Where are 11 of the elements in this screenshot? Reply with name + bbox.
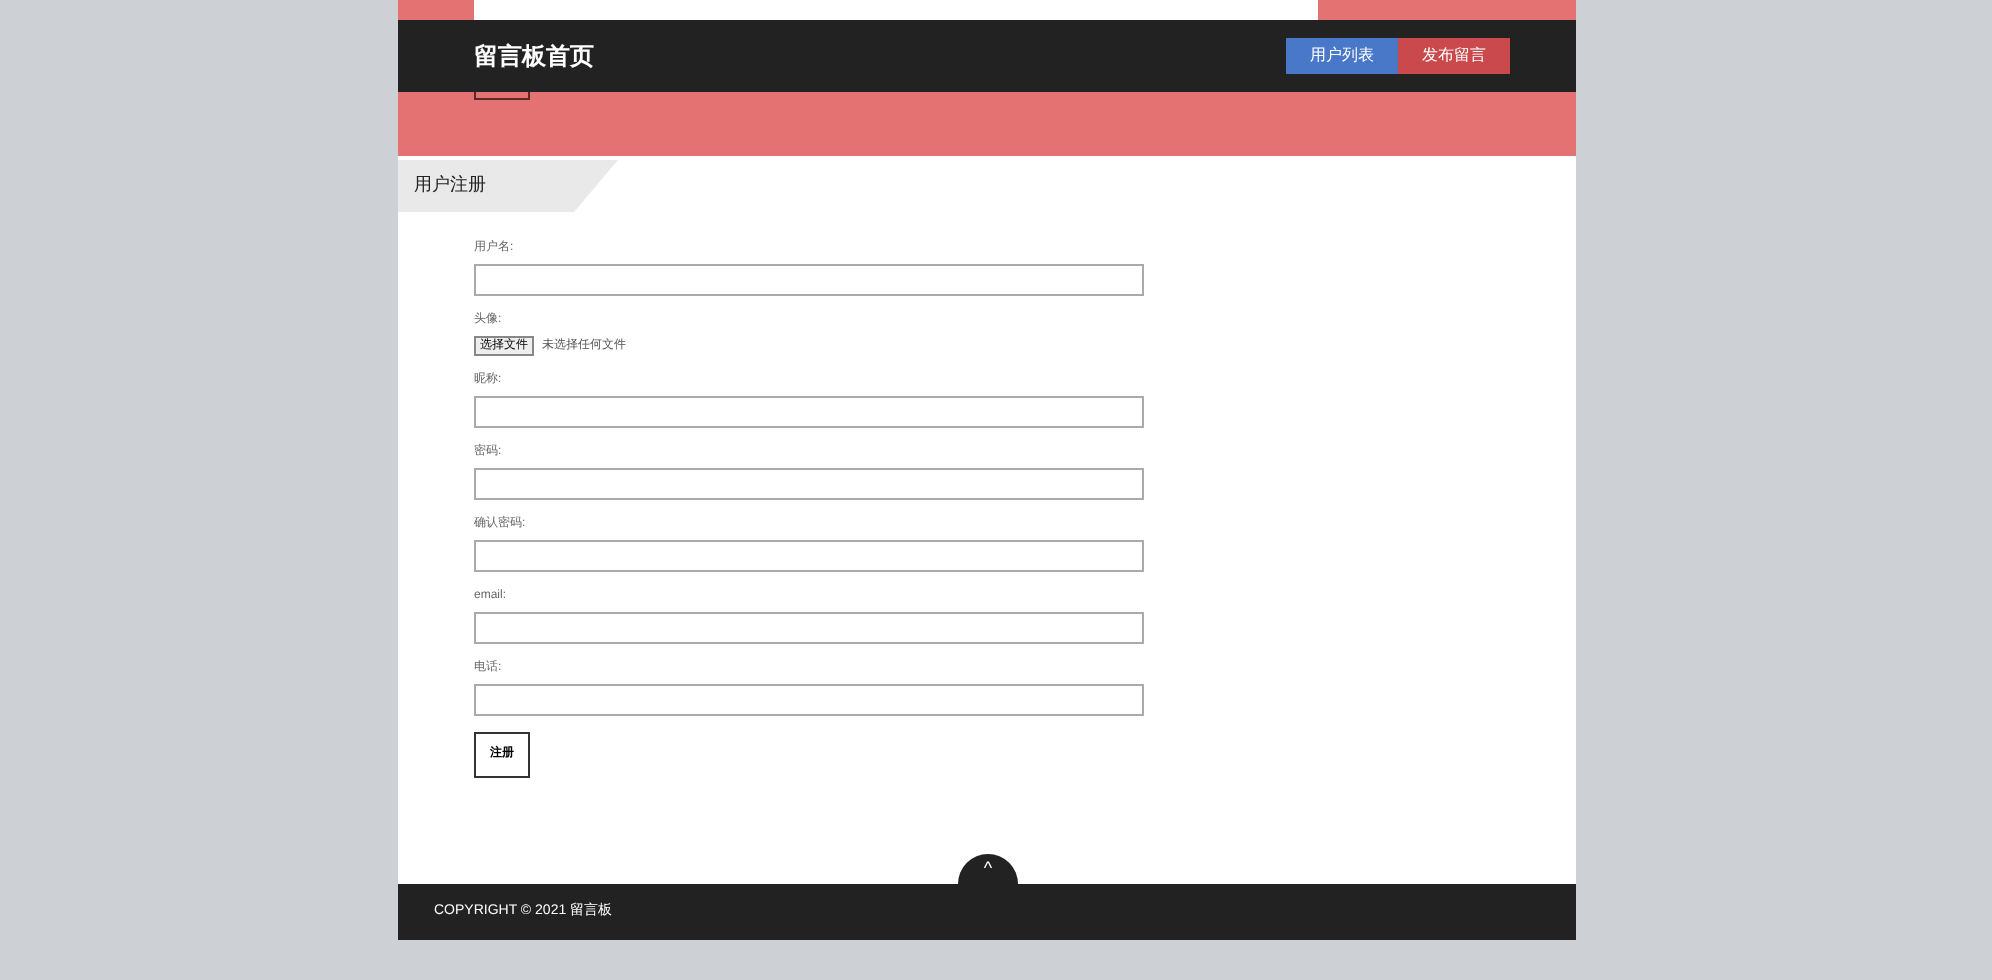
input-field[interactable]	[474, 396, 1144, 428]
input-field[interactable]	[474, 540, 1144, 572]
nav-button[interactable]: 发布留言	[1398, 38, 1510, 74]
back-to-top-button[interactable]: ^	[958, 854, 1018, 884]
brand-title[interactable]: 留言板首页	[474, 38, 594, 74]
nav-button[interactable]: 用户列表	[1286, 38, 1398, 74]
input-field[interactable]	[474, 612, 1144, 644]
input-field[interactable]	[474, 468, 1144, 500]
input-field[interactable]	[474, 264, 1144, 296]
section-title: 用户注册	[414, 172, 486, 199]
input-field[interactable]	[474, 684, 1144, 716]
